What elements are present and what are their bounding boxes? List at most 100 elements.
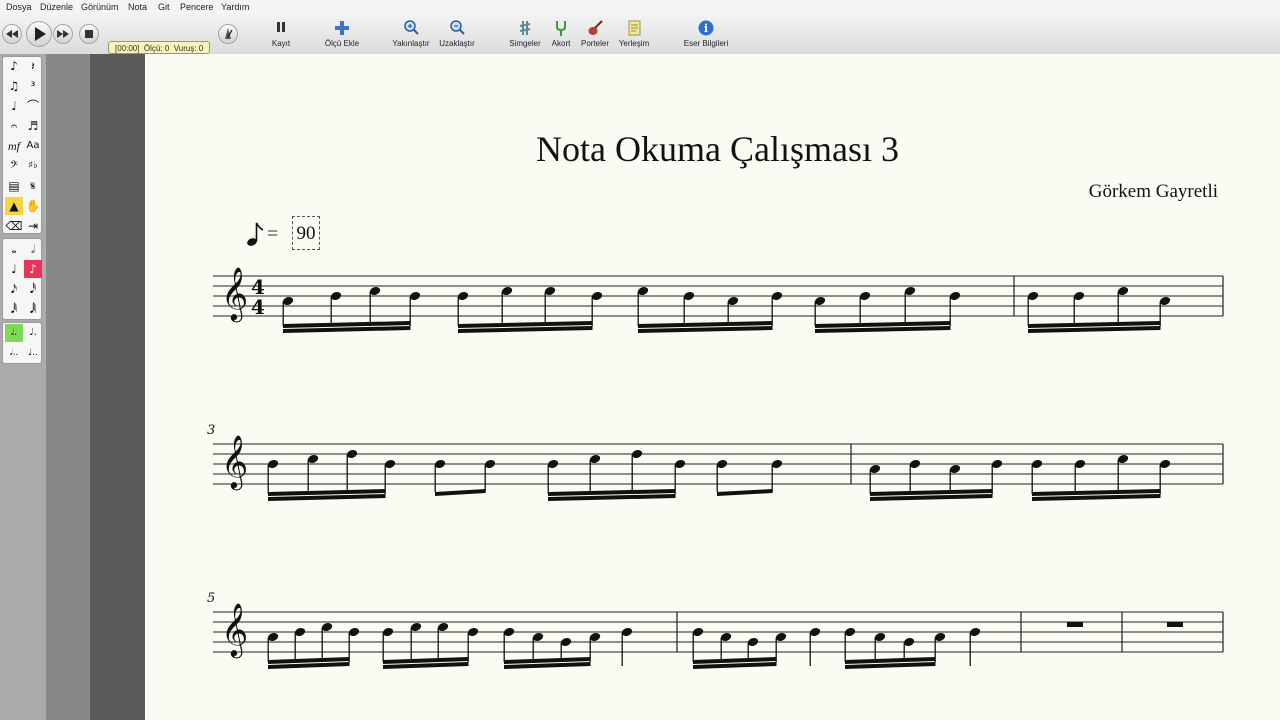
menu-dosya[interactable]: Dosya — [6, 2, 32, 12]
palette-quarter-note[interactable]: ♩ — [5, 97, 23, 115]
menu-bar: Dosya Düzenle Görünüm Nota Git Pencere Y… — [0, 0, 1280, 14]
record-button[interactable]: Kayıt — [266, 19, 296, 49]
metronome-icon — [225, 28, 233, 39]
tuning-fork-icon — [556, 21, 566, 36]
symbols-label: Simgeler — [509, 39, 541, 48]
palette-double-dotted-quarter[interactable]: ♩.. — [24, 344, 42, 362]
palette-sixteenth[interactable]: 𝅘𝅥𝅯 — [5, 280, 23, 298]
palette-half-note[interactable]: 𝅗𝅥 — [24, 240, 42, 258]
palette-eighth-note[interactable]: ♪ — [5, 57, 23, 75]
zoom-in-button[interactable]: Yakınlaştır — [391, 19, 431, 49]
add-measure-button[interactable]: Ölçü Ekle — [320, 19, 364, 49]
palette-clef[interactable]: 𝄢 — [5, 157, 23, 175]
rewind-button[interactable] — [2, 24, 22, 44]
violin-icon — [588, 20, 603, 35]
info-label: Eser Bilgileri — [683, 39, 729, 48]
palette-text[interactable]: Aa — [24, 137, 42, 155]
menu-duzenle[interactable]: Düzenle — [40, 2, 73, 12]
palette-rest[interactable]: 𝄽 — [24, 57, 42, 75]
palette-beamed-notes[interactable]: ♫ — [5, 77, 23, 95]
palette-spacer[interactable]: ⇥ — [24, 217, 42, 235]
palette-group-symbols: ♪ 𝄽 ♫ ³ ♩ ⌒ 𝄐 ♬ mf Aa 𝄢 ♯♭ ▤ 𝄋 ▲ ✋ ⌫ ⇥ — [2, 56, 42, 234]
position-display: [00:00] Ölçü: 0 Vuruş: 0 — [108, 41, 210, 54]
menu-git[interactable]: Git — [158, 2, 170, 12]
stop-icon — [85, 30, 93, 38]
palette-staff[interactable]: ▤ — [5, 177, 23, 195]
symbols-button[interactable]: Simgeler — [508, 19, 542, 49]
record-label: Kayıt — [271, 39, 291, 48]
stop-button[interactable] — [79, 24, 99, 44]
palette-hundredtwentyeighth[interactable]: 𝅘𝅥𝅲 — [24, 300, 42, 318]
zoom-in-icon — [404, 20, 419, 35]
palette-hand-tool[interactable]: ✋ — [24, 197, 42, 215]
zoom-out-button[interactable]: Uzaklaştır — [438, 19, 476, 49]
rest[interactable] — [1067, 622, 1083, 627]
palette-whole-note[interactable]: 𝅝 — [5, 240, 23, 258]
treble-clef: 𝄞 — [221, 266, 248, 322]
beam — [717, 489, 773, 496]
zoom-out-label: Uzaklaştır — [439, 39, 475, 48]
beam — [435, 489, 486, 496]
palette-group-dots: 𝅗𝅥. ♩. 𝅗𝅥.. ♩.. — [2, 322, 42, 364]
sharp-icon — [519, 21, 531, 35]
staff-system: 𝄞5 — [207, 591, 1224, 669]
canvas-margin — [90, 54, 145, 720]
music-staves: 𝄞 44𝄞3𝄞5 — [207, 266, 1224, 669]
fast-forward-icon — [57, 30, 69, 38]
palette-select-tool[interactable]: ▲ — [5, 197, 23, 215]
score-page[interactable]: Nota Okuma Çalışması 3 Görkem Gayretli =… — [145, 54, 1280, 720]
measure-number: 3 — [207, 423, 215, 438]
menu-nota[interactable]: Nota — [128, 2, 147, 12]
palette-eighth-selected[interactable]: ♪ — [24, 260, 42, 278]
status-time: [00:00] — [115, 44, 140, 53]
palette-thirtysecond[interactable]: 𝅘𝅥𝅰 — [24, 280, 42, 298]
treble-clef: 𝄞 — [221, 602, 248, 658]
staff-system: 𝄞3 — [207, 423, 1224, 501]
chord-label: Akort — [551, 39, 571, 48]
status-beat: Vuruş: 0 — [173, 44, 204, 53]
svg-text:i: i — [704, 22, 708, 35]
chord-button[interactable]: Akort — [548, 19, 574, 49]
palette-grace-notes[interactable]: ♬ — [24, 117, 42, 135]
fast-forward-button[interactable] — [53, 24, 73, 44]
palette-dotted-quarter[interactable]: ♩. — [24, 324, 42, 342]
menu-gorunum[interactable]: Görünüm — [81, 2, 119, 12]
info-button[interactable]: i Eser Bilgileri — [682, 19, 730, 49]
toolbar: [00:00] Ölçü: 0 Vuruş: 0 Kayıt Ölçü Ekle… — [0, 14, 1280, 55]
zoom-in-label: Yakınlaştır — [392, 39, 430, 48]
staff-system: 𝄞 44 — [213, 266, 1224, 333]
instruments-button[interactable]: Porteler — [578, 19, 612, 49]
palette-fermata[interactable]: 𝄐 — [5, 117, 23, 135]
palette-dotted-half[interactable]: 𝅗𝅥. — [5, 324, 23, 342]
canvas-gutter — [46, 54, 90, 720]
play-button[interactable] — [26, 21, 52, 47]
palette-key-signature[interactable]: ♯♭ — [24, 157, 42, 175]
play-icon — [35, 27, 46, 41]
metronome-button[interactable] — [218, 24, 238, 44]
measure-number: 5 — [207, 591, 215, 606]
menu-pencere[interactable]: Pencere — [180, 2, 214, 12]
zoom-out-icon — [450, 20, 465, 35]
add-measure-label: Ölçü Ekle — [324, 39, 360, 48]
palette-tie[interactable]: ⌒ — [24, 97, 42, 115]
palette-quarter[interactable]: ♩ — [5, 260, 23, 278]
palette-dynamics[interactable]: mf — [5, 137, 23, 155]
palette-group-durations: 𝅝 𝅗𝅥 ♩ ♪ 𝅘𝅥𝅯 𝅘𝅥𝅰 𝅘𝅥𝅱 𝅘𝅥𝅲 — [2, 238, 42, 320]
info-icon: i — [698, 20, 714, 36]
status-measure: Ölçü: 0 — [143, 44, 170, 53]
layout-label: Yerleşim — [618, 39, 650, 48]
palette-sixtyfourth[interactable]: 𝅘𝅥𝅱 — [5, 300, 23, 318]
palette-double-dotted-half[interactable]: 𝅗𝅥.. — [5, 344, 23, 362]
menu-yardim[interactable]: Yardım — [221, 2, 249, 12]
time-signature-bottom: 4 — [251, 295, 265, 319]
note-palette: ♪ 𝄽 ♫ ³ ♩ ⌒ 𝄐 ♬ mf Aa 𝄢 ♯♭ ▤ 𝄋 ▲ ✋ ⌫ ⇥ 𝅝… — [0, 54, 46, 720]
layout-button[interactable]: Yerleşim — [616, 19, 652, 49]
palette-eraser[interactable]: ⌫ — [5, 217, 23, 235]
treble-clef: 𝄞 — [221, 434, 248, 490]
rewind-icon — [6, 30, 18, 38]
rest[interactable] — [1167, 622, 1183, 627]
palette-segno[interactable]: 𝄋 — [24, 177, 42, 195]
layout-icon — [628, 20, 641, 36]
pause-icon — [277, 22, 285, 32]
palette-tuplet[interactable]: ³ — [24, 77, 42, 95]
